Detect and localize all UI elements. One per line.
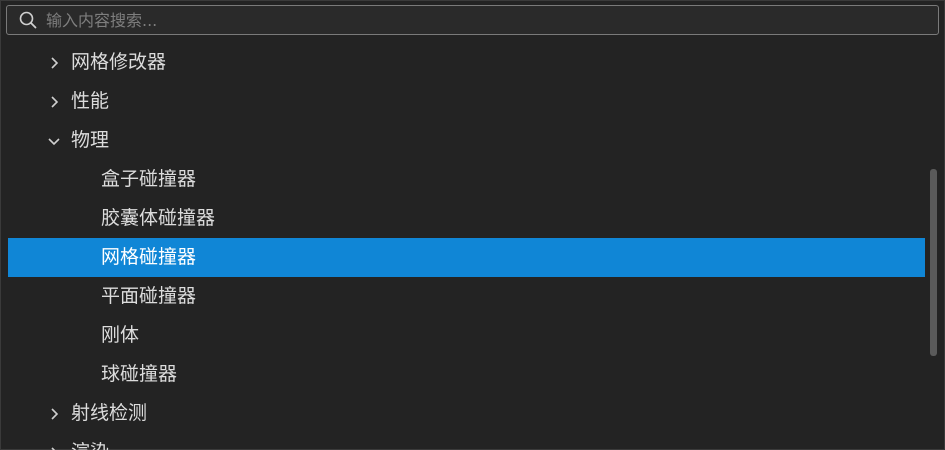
component-tree: 网格修改器 性能 物理 盒子碰撞器 胶囊体碰撞器 网格碰撞器 平面碰撞器 刚体 … xyxy=(8,42,925,450)
tree-item-rendering[interactable]: 渲染 xyxy=(8,433,925,450)
tree-item-label: 物理 xyxy=(71,129,110,151)
chevron-right-icon[interactable] xyxy=(46,394,62,433)
chevron-right-icon[interactable] xyxy=(46,82,62,121)
tree-item-plane-collider[interactable]: 平面碰撞器 xyxy=(8,277,925,316)
tree-item-mesh-modifiers[interactable]: 网格修改器 xyxy=(8,43,925,82)
chevron-right-icon[interactable] xyxy=(46,43,62,82)
tree-item-label: 刚体 xyxy=(101,324,140,346)
search-box[interactable] xyxy=(6,5,939,35)
tree-item-box-collider[interactable]: 盒子碰撞器 xyxy=(8,160,925,199)
chevron-right-icon[interactable] xyxy=(46,433,62,450)
tree-item-label: 网格修改器 xyxy=(71,51,167,73)
tree-item-label: 射线检测 xyxy=(71,402,148,424)
tree-item-sphere-collider[interactable]: 球碰撞器 xyxy=(8,355,925,394)
search-input[interactable] xyxy=(44,6,938,34)
tree-item-raycast[interactable]: 射线检测 xyxy=(8,394,925,433)
tree-item-label: 盒子碰撞器 xyxy=(101,168,197,190)
tree-item-label: 渲染 xyxy=(71,433,109,450)
tree-item-label: 网格碰撞器 xyxy=(101,246,197,268)
chevron-down-icon[interactable] xyxy=(46,121,62,160)
vertical-scrollbar[interactable] xyxy=(930,169,937,356)
tree-item-rigidbody[interactable]: 刚体 xyxy=(8,316,925,355)
search-icon xyxy=(19,11,37,29)
tree-item-label: 球碰撞器 xyxy=(101,363,178,385)
tree-item-label: 胶囊体碰撞器 xyxy=(101,207,216,229)
tree-item-physics[interactable]: 物理 xyxy=(8,121,925,160)
tree-item-label: 性能 xyxy=(71,90,110,112)
tree-item-capsule-collider[interactable]: 胶囊体碰撞器 xyxy=(8,199,925,238)
tree-item-performance[interactable]: 性能 xyxy=(8,82,925,121)
tree-item-label: 平面碰撞器 xyxy=(101,285,197,307)
tree-item-mesh-collider[interactable]: 网格碰撞器 xyxy=(8,238,925,277)
